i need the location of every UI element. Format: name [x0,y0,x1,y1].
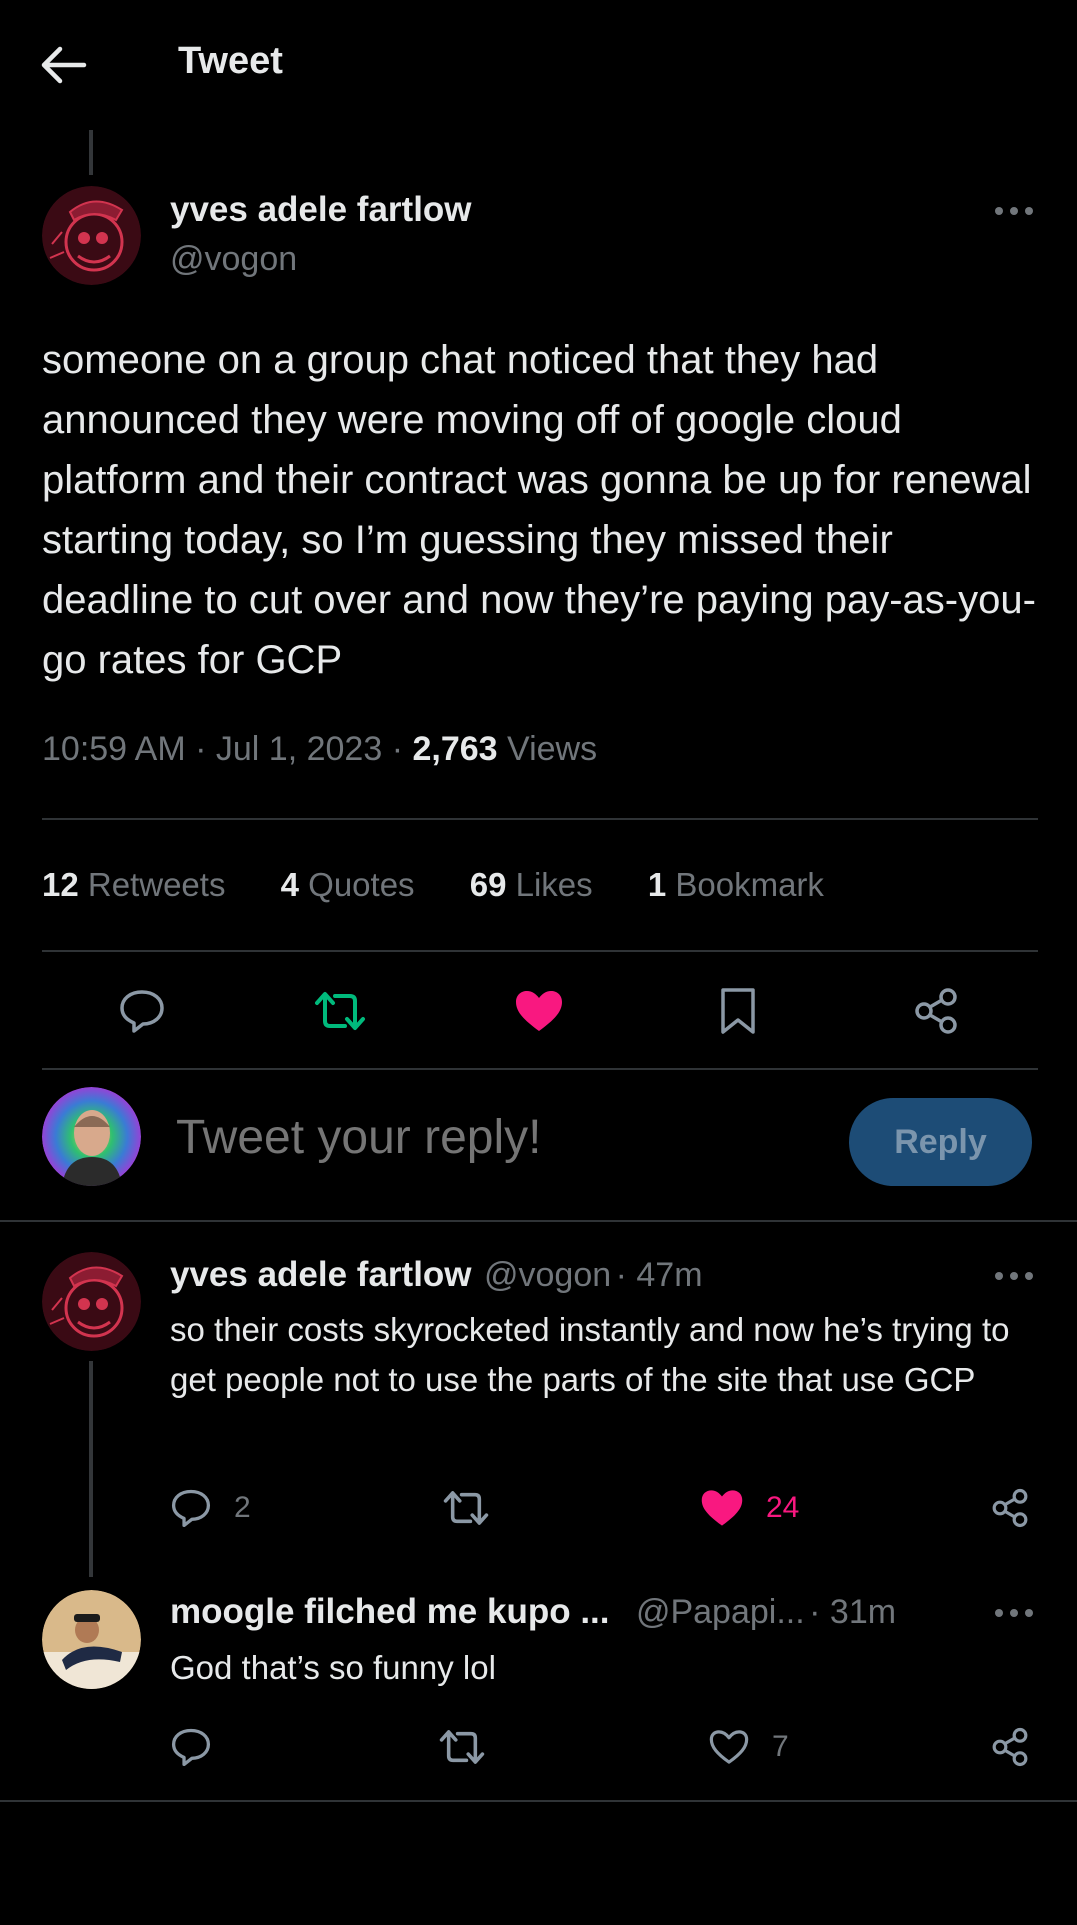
reply-count: 2 [234,1491,251,1524]
more-options-button[interactable] [993,1606,1035,1620]
bookmark-button[interactable] [708,983,768,1039]
reply-text: God that’s so funny lol [170,1649,496,1686]
retweets-count: 12 [42,866,79,903]
share-button[interactable] [990,1725,1030,1769]
share-icon [992,1488,1028,1528]
thread-connector [89,130,93,175]
reply-button[interactable]: 2 [170,1486,251,1530]
quotes-label: Quotes [308,866,415,903]
retweet-icon [443,1491,489,1525]
likes-stat[interactable]: 69 Likes [470,866,593,904]
meta-separator: · [615,1256,637,1294]
reply-button[interactable] [170,1725,212,1769]
author-avatar[interactable] [42,186,141,285]
quotes-count: 4 [280,866,299,903]
tweet-time[interactable]: 10:59 AM [42,730,186,768]
bookmarks-stat[interactable]: 1 Bookmark [648,866,824,904]
retweet-icon [439,1730,485,1764]
reply-submit-button[interactable]: Reply [849,1098,1032,1186]
views-label: Views [507,730,598,768]
divider [42,818,1038,820]
likes-count: 69 [469,866,507,903]
share-icon [992,1727,1028,1767]
reply-age[interactable]: 31m [830,1593,896,1631]
like-button[interactable]: 7 [708,1725,789,1769]
reply-header: yves adele fartlow @vogon · 47m [170,1255,703,1295]
like-count: 7 [772,1730,789,1763]
author-name[interactable]: yves adele fartlow [170,190,472,230]
share-button[interactable] [906,985,966,1037]
reply-author-handle[interactable]: @Papapi... [636,1593,805,1631]
reply-age[interactable]: 47m [636,1256,702,1294]
bookmark-icon [721,988,755,1034]
share-icon [915,988,957,1034]
divider [42,950,1038,952]
meta-separator: · [391,730,413,768]
quotes-stat[interactable]: 4 Quotes [281,866,415,904]
engagement-stats: 12 Retweets 4 Quotes 69 Likes 1 Bookmark [42,866,870,904]
reply-bubble-icon [171,1489,211,1528]
back-button[interactable] [38,44,88,86]
heart-outline-icon [709,1730,749,1764]
bookmarks-count: 1 [647,866,667,903]
reply-compose-input[interactable] [176,1110,816,1165]
page-title: Tweet [178,40,283,82]
like-button[interactable] [509,985,569,1037]
thread-connector [89,1361,93,1577]
current-user-avatar[interactable] [42,1087,141,1186]
arrow-left-icon [41,46,87,84]
heart-icon [701,1490,743,1526]
retweet-button[interactable] [438,1725,486,1769]
reply-text: so their costs skyrocketed instantly and… [170,1311,1010,1398]
reply-author-avatar[interactable] [42,1590,141,1689]
reply-author-name[interactable]: yves adele fartlow [170,1255,472,1294]
more-horizontal-icon [995,1272,1033,1280]
retweets-label: Retweets [87,866,226,903]
reply-author-avatar[interactable] [42,1252,141,1351]
bookmarks-label: Bookmark [675,866,824,903]
author-handle[interactable]: @vogon [170,240,297,279]
retweet-icon [315,992,365,1030]
reply-button[interactable] [112,985,172,1037]
heart-icon [516,991,562,1031]
tweet-text: someone on a group chat noticed that the… [42,338,1036,682]
reply-author-handle[interactable]: @vogon [484,1256,611,1294]
views-count: 2,763 [412,730,498,768]
likes-label: Likes [515,866,593,903]
more-options-button[interactable] [993,204,1035,218]
retweets-stat[interactable]: 12 Retweets [42,866,225,904]
divider [0,1800,1077,1802]
meta-separator: · [809,1593,830,1631]
tweet-metadata: 10:59 AM · Jul 1, 2023 · 2,763 Views [42,730,597,769]
reply-author-name[interactable]: moogle filched me kupo ... [170,1592,610,1631]
divider [42,1068,1038,1070]
like-button[interactable]: 24 [700,1486,799,1530]
more-horizontal-icon [995,207,1033,215]
meta-separator: · [195,730,216,768]
more-options-button[interactable] [993,1269,1035,1283]
reply-header: moogle filched me kupo ... @Papapi... · … [170,1592,896,1632]
tweet-date[interactable]: Jul 1, 2023 [216,730,382,768]
like-count: 24 [766,1491,800,1524]
retweet-button[interactable] [310,985,370,1037]
divider [0,1220,1077,1222]
reply-bubble-icon [120,990,164,1033]
top-bar: Tweet [0,0,1077,130]
more-horizontal-icon [995,1609,1033,1617]
retweet-button[interactable] [442,1486,490,1530]
reply-bubble-icon [171,1728,211,1767]
share-button[interactable] [990,1486,1030,1530]
